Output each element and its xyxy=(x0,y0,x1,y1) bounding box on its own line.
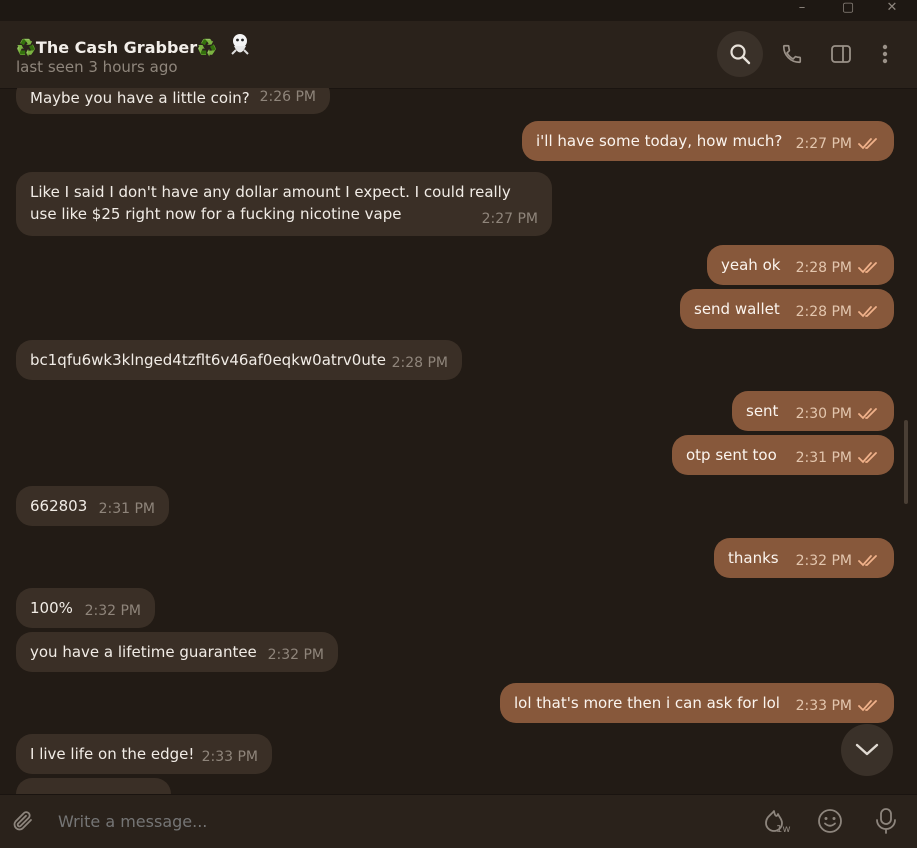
message-text: I live life on the edge! xyxy=(30,745,195,763)
message-text: you have a lifetime guarantee xyxy=(30,643,257,661)
message-bubble-outgoing[interactable]: yeah ok 2:28 PM xyxy=(707,245,894,285)
sidebar-toggle-button[interactable] xyxy=(818,31,864,77)
message-text: Like I said I don't have any dollar amou… xyxy=(30,183,511,223)
message-scrollbar[interactable] xyxy=(904,420,908,504)
message-time: 2:28 PM xyxy=(795,260,852,276)
timer-duration-label: 1w xyxy=(776,824,791,835)
sidebar-toggle-icon xyxy=(831,45,851,63)
message-text: otp sent too xyxy=(686,446,777,464)
message-bubble-outgoing[interactable]: i'll have some today, how much? 2:27 PM xyxy=(522,121,894,161)
chat-header: ♻️The Cash Grabber♻️ last seen 3 hours a… xyxy=(0,21,917,89)
microphone-icon xyxy=(876,808,896,834)
message-text: bc1qfu6wk3klnged4tzflt6v46af0eqkw0atrv0u… xyxy=(30,351,386,369)
double-check-icon xyxy=(858,306,877,318)
double-check-icon xyxy=(858,700,877,712)
message-time: 2:30 PM xyxy=(795,406,852,422)
search-button[interactable] xyxy=(717,31,763,77)
message-time: 2:32 PM xyxy=(267,647,324,663)
double-check-icon xyxy=(858,452,877,464)
more-vert-icon xyxy=(882,44,888,64)
message-text: send wallet xyxy=(694,300,780,318)
chevron-down-icon xyxy=(855,743,879,756)
message-bubble-incoming[interactable]: 662803 2:31 PM xyxy=(16,486,169,526)
close-window-button[interactable]: ✕ xyxy=(870,0,914,21)
message-text: 100% xyxy=(30,599,73,617)
message-text: thanks xyxy=(728,549,779,567)
message-time: 2:26 PM xyxy=(259,89,316,105)
message-bubble-outgoing[interactable]: thanks 2:32 PM xyxy=(714,538,894,578)
message-time: 2:28 PM xyxy=(391,355,448,371)
message-bubble-incoming[interactable]: I live life on the edge! 2:33 PM xyxy=(16,734,272,774)
message-text: 662803 xyxy=(30,497,88,515)
double-check-icon xyxy=(858,408,877,420)
voice-record-button[interactable] xyxy=(872,807,900,835)
recycle-emoji-left: ♻️ xyxy=(16,38,36,57)
message-bubble-incoming[interactable]: Like I said I don't have any dollar amou… xyxy=(16,172,552,236)
search-icon xyxy=(730,44,751,65)
message-time: 2:27 PM xyxy=(795,136,852,152)
double-check-icon xyxy=(858,555,877,567)
more-button[interactable] xyxy=(862,31,908,77)
chat-title[interactable]: ♻️The Cash Grabber♻️ xyxy=(16,33,251,61)
window-titlebar: – ▢ ✕ xyxy=(0,0,917,21)
message-time: 2:27 PM xyxy=(481,211,538,227)
message-bubble-incoming-cut[interactable] xyxy=(16,778,171,794)
message-text: Maybe you have a little coin? xyxy=(30,89,250,107)
message-time: 2:32 PM xyxy=(795,553,852,569)
emoji-button[interactable] xyxy=(816,807,844,835)
message-text: sent xyxy=(746,402,779,420)
maximize-button[interactable]: ▢ xyxy=(826,0,870,21)
message-text: lol that's more then i can ask for lol xyxy=(514,694,780,712)
double-check-icon xyxy=(858,138,877,150)
message-text: i'll have some today, how much? xyxy=(536,132,783,150)
message-list[interactable]: Maybe you have a little coin? 2:26 PM i'… xyxy=(0,88,917,794)
minimize-button[interactable]: – xyxy=(780,0,824,21)
phone-icon xyxy=(782,44,802,64)
message-time: 2:33 PM xyxy=(795,698,852,714)
message-bubble-outgoing[interactable]: sent 2:30 PM xyxy=(732,391,894,431)
message-text: yeah ok xyxy=(721,256,781,274)
call-button[interactable] xyxy=(769,31,815,77)
message-bubble-outgoing[interactable]: otp sent too 2:31 PM xyxy=(672,435,894,475)
message-input[interactable] xyxy=(58,812,658,831)
recycle-emoji-right: ♻️ xyxy=(197,38,218,57)
chat-name: The Cash Grabber xyxy=(35,38,198,57)
message-bubble-incoming[interactable]: Maybe you have a little coin? 2:26 PM xyxy=(16,88,330,114)
scroll-to-bottom-button[interactable] xyxy=(841,724,893,776)
message-bubble-outgoing[interactable]: lol that's more then i can ask for lol 2… xyxy=(500,683,894,723)
message-bubble-incoming[interactable]: 100% 2:32 PM xyxy=(16,588,155,628)
last-seen-status: last seen 3 hours ago xyxy=(16,58,178,76)
message-time: 2:31 PM xyxy=(795,450,852,466)
message-time: 2:28 PM xyxy=(795,304,852,320)
emoji-icon xyxy=(818,809,842,833)
attach-icon xyxy=(13,811,32,831)
message-time: 2:32 PM xyxy=(84,603,141,619)
double-check-icon xyxy=(858,262,877,274)
message-bubble-incoming[interactable]: bc1qfu6wk3klnged4tzflt6v46af0eqkw0atrv0u… xyxy=(16,340,462,380)
message-composer xyxy=(0,794,917,848)
attach-button[interactable] xyxy=(10,808,38,836)
message-bubble-incoming[interactable]: you have a lifetime guarantee 2:32 PM xyxy=(16,632,338,672)
message-time: 2:33 PM xyxy=(201,749,258,765)
message-bubble-outgoing[interactable]: send wallet 2:28 PM xyxy=(680,289,894,329)
ghost-sticker-icon xyxy=(229,33,251,61)
message-time: 2:31 PM xyxy=(98,501,155,517)
